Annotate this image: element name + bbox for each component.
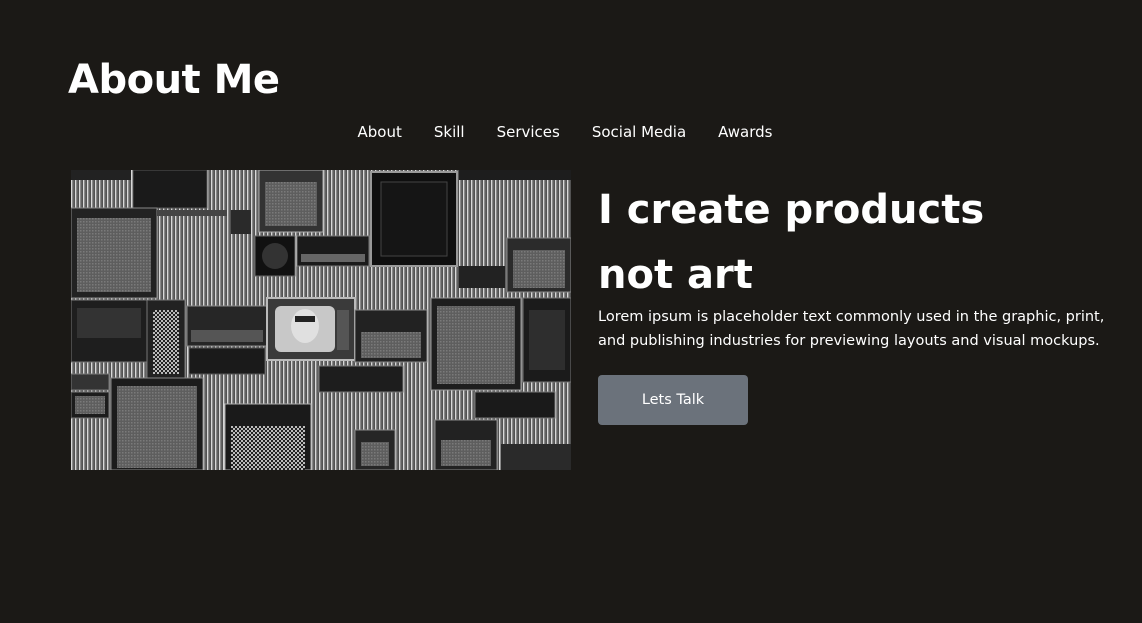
main-nav: About Skill Services Social Media Awards [0,122,1136,142]
nav-item-services[interactable]: Services [497,122,560,142]
amplifiers-photo [71,170,571,470]
about-page: About Me About Skill Services Social Med… [0,0,1142,623]
nav-item-about[interactable]: About [358,122,402,142]
nav-item-social-media[interactable]: Social Media [592,122,686,142]
page-title: About Me [68,57,280,103]
hero-description: Lorem ipsum is placeholder text commonly… [598,309,1105,349]
hero-image [71,170,571,470]
hero-headline-line2: not art [598,252,753,298]
lets-talk-button[interactable]: Lets Talk [598,375,748,425]
nav-item-awards[interactable]: Awards [718,122,772,142]
nav-item-skill[interactable]: Skill [434,122,465,142]
hero-headline-line1: I create products [598,187,985,233]
hero-headline: I create products not art [598,178,1118,308]
